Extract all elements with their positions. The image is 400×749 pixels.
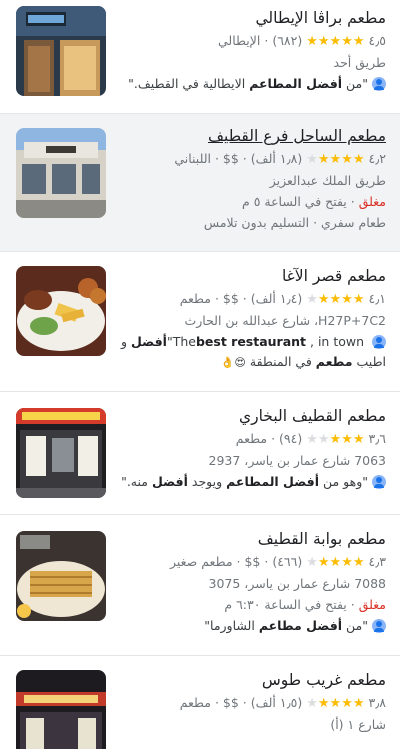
hours: مغلق · يفتح في الساعة ٥ م [241,194,386,209]
price-level: · $$ · [214,695,247,710]
rating-row: ٤٫٥ ★★★★★ (٦٨٢) · الإيطالي [116,31,386,51]
results-list: مطعم براڤا الإيطالي ٤٫٥ ★★★★★ (٦٨٢) · ال… [0,0,400,749]
result-info: مطعم بوابة القطيف ٤٫٣ ★★★★★ (٤٦٦) · $$ ·… [116,529,386,635]
restaurant-photo[interactable] [16,531,106,621]
result-card[interactable]: مطعم قصر الآغا ٤٫١ ★★★★★ (١٫٤ ألف) · $$ … [0,252,400,392]
review-snippet: "وهو من أفضل المطاعم ويوجد أفضل منه." [116,473,386,491]
rating-value: ٣٫٦ [368,431,387,446]
address: شارع ١ (أ) [330,717,386,732]
address: H27P+7C2، شارع عبدالله بن الحارث [184,313,386,328]
review-count[interactable]: (٦٨٢) [272,33,302,48]
rating-row: ٤٫٢ ★★★★★ (١٫٨ ألف) · $$ · اللبناني [116,149,386,169]
restaurant-name[interactable]: مطعم الساحل فرع القطيف [116,126,386,146]
result-card[interactable]: مطعم بوابة القطيف ٤٫٣ ★★★★★ (٤٦٦) · $$ ·… [0,515,400,656]
result-info: مطعم القطيف البخاري ٣٫٦ ★★★★★ (٩٤) · مطع… [116,406,386,491]
rating-row: ٣٫٦ ★★★★★ (٩٤) · مطعم [116,429,386,449]
result-info: مطعم غريب طوس ٣٫٨ ★★★★★ (١٫٥ ألف) · $$ ·… [116,670,386,734]
review-snippet: "من أفضل المطاعم الايطالية في القطيف." [116,75,386,93]
review-snippet: "من أفضل مطاعم الشاورما" [116,617,386,635]
hours: مغلق · يفتح في الساعة ٦:٣٠ م [224,597,386,612]
restaurant-photo[interactable] [16,670,106,749]
review-count[interactable]: (١٫٨ ألف) [251,151,302,166]
star-rating-icon: ★★★★★ [306,555,365,570]
result-card[interactable]: مطعم القطيف البخاري ٣٫٦ ★★★★★ (٩٤) · مطع… [0,392,400,515]
result-card[interactable]: مطعم الساحل فرع القطيف ٤٫٢ ★★★★★ (١٫٨ أل… [0,114,400,252]
category: اللبناني [174,151,211,166]
restaurant-photo[interactable] [16,6,106,96]
review-count[interactable]: (٤٦٦) [272,554,302,569]
category: مطعم [179,291,211,306]
address: 7063 شارع عمار بن ياسر، 2937 [208,453,387,468]
emoji-icon: 😍👌 [220,356,246,369]
rating-row: ٤٫١ ★★★★★ (١٫٤ ألف) · $$ · مطعم [116,289,386,309]
rating-value: ٤٫٣ [368,554,387,569]
reviewer-avatar-icon [372,335,386,349]
category: مطعم صغير [169,554,233,569]
restaurant-name[interactable]: مطعم القطيف البخاري [116,406,386,426]
star-rating-icon: ★★★★★ [306,696,365,711]
restaurant-name[interactable]: مطعم غريب طوس [116,670,386,690]
rating-value: ٣٫٨ [368,695,387,710]
review-count[interactable]: (١٫٥ ألف) [251,695,302,710]
category: · مطعم [235,431,276,446]
star-rating-icon: ★★★★★ [306,152,365,167]
restaurant-name[interactable]: مطعم بوابة القطيف [116,529,386,549]
restaurant-photo[interactable] [16,408,106,498]
restaurant-name[interactable]: مطعم براڤا الإيطالي [116,8,386,28]
rating-row: ٣٫٨ ★★★★★ (١٫٥ ألف) · $$ · مطعم [116,693,386,713]
category: مطعم [179,695,211,710]
review-count[interactable]: (٩٤) [279,431,302,446]
rating-value: ٤٫٢ [368,151,387,166]
status-closed: مغلق [358,597,386,612]
restaurant-photo[interactable] [16,128,106,218]
services: طعام سفري · التسليم بدون تلامس [203,215,386,230]
rating-row: ٤٫٣ ★★★★★ (٤٦٦) · $$ · مطعم صغير [116,552,386,572]
result-card[interactable]: مطعم براڤا الإيطالي ٤٫٥ ★★★★★ (٦٨٢) · ال… [0,0,400,114]
restaurant-name[interactable]: مطعم قصر الآغا [116,266,386,286]
reviewer-avatar-icon [372,619,386,633]
review-snippet: "Thebest restaurant , in town أفضل و [116,333,386,351]
address: 7088 شارع عمار بن ياسر، 3075 [208,576,387,591]
star-rating-icon: ★★★★★ [306,432,365,447]
result-info: مطعم الساحل فرع القطيف ٤٫٢ ★★★★★ (١٫٨ أل… [116,126,386,232]
star-rating-icon: ★★★★★ [306,292,365,307]
price-level: · $$ · [236,554,269,569]
reviewer-avatar-icon [372,77,386,91]
price-level: · $$ · [214,291,247,306]
result-card[interactable]: مطعم غريب طوس ٣٫٨ ★★★★★ (١٫٥ ألف) · $$ ·… [0,656,400,749]
address: طريق الملك عبدالعزيز [269,173,386,188]
review-count[interactable]: (١٫٤ ألف) [251,291,302,306]
result-info: مطعم براڤا الإيطالي ٤٫٥ ★★★★★ (٦٨٢) · ال… [116,8,386,93]
review-snippet-line2: اطيب مطعم في المنطقة 😍👌 [220,354,386,369]
status-closed: مغلق [358,194,386,209]
reviewer-avatar-icon [372,475,386,489]
result-info: مطعم قصر الآغا ٤٫١ ★★★★★ (١٫٤ ألف) · $$ … [116,266,386,372]
star-rating-icon: ★★★★★ [306,34,365,49]
rating-value: ٤٫١ [368,291,387,306]
category: · الإيطالي [218,33,269,48]
address: طريق أحد [333,55,386,70]
restaurant-photo[interactable] [16,266,106,356]
rating-value: ٤٫٥ [368,33,387,48]
price-level: · $$ · [214,151,247,166]
